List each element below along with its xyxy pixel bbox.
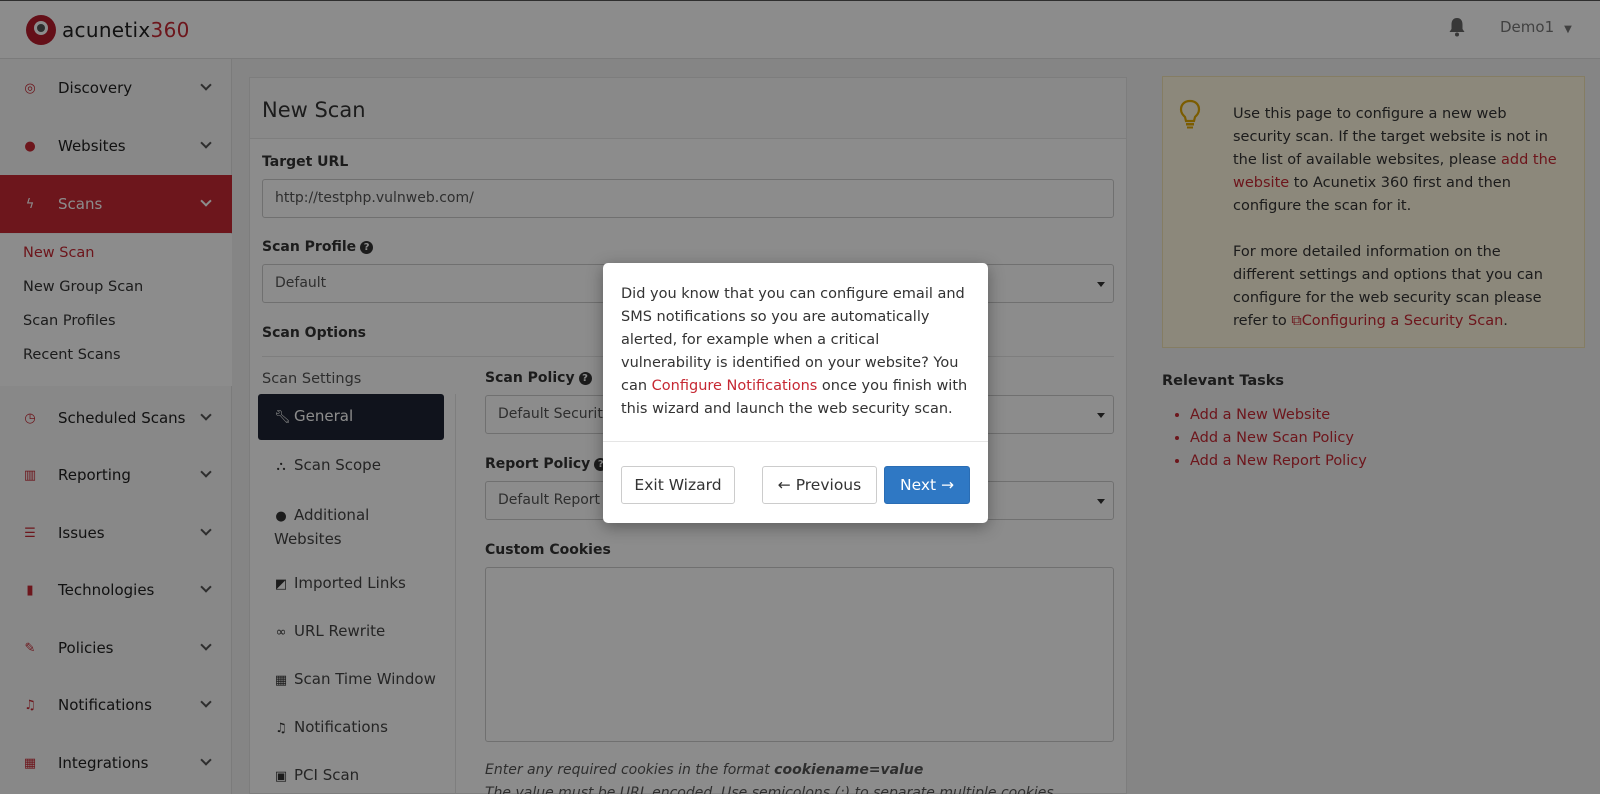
exit-wizard-button[interactable]: Exit Wizard	[621, 466, 735, 504]
modal-text: Did you know that you can configure emai…	[621, 283, 973, 421]
previous-button[interactable]: ← Previous	[762, 466, 877, 504]
configure-notifications-link[interactable]: Configure Notifications	[652, 378, 818, 394]
wizard-tip-modal: Did you know that you can configure emai…	[603, 263, 988, 523]
next-button[interactable]: Next →	[884, 466, 970, 504]
modal-divider	[603, 441, 988, 442]
